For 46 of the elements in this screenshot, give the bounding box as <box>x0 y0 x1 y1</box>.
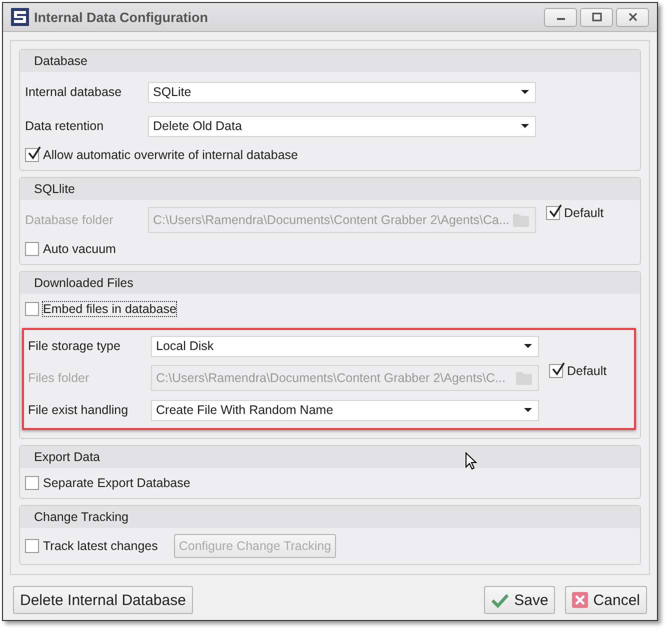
folder-icon <box>513 214 529 226</box>
close-button[interactable] <box>616 8 649 26</box>
checkbox-label: Auto vacuum <box>43 242 116 256</box>
folder-icon <box>516 372 532 384</box>
checkbox[interactable] <box>25 302 39 316</box>
cancel-button[interactable]: Cancel <box>565 586 647 614</box>
checkmark-icon <box>491 592 510 608</box>
caret-icon <box>521 124 529 128</box>
group-title: Change Tracking <box>34 510 129 524</box>
checkbox-label: Embed files in database <box>43 302 176 316</box>
window-title: Internal Data Configuration <box>34 10 210 24</box>
group-title: Database <box>34 54 88 68</box>
checkbox-label: Allow automatic overwrite of internal database <box>43 148 298 162</box>
save-button[interactable]: Save <box>484 586 556 614</box>
field-label: File exist handling <box>28 403 130 417</box>
field-label: Data retention <box>25 119 105 133</box>
checkbox[interactable] <box>25 539 39 553</box>
caret-icon <box>524 408 532 412</box>
group-title: Export Data <box>34 450 100 464</box>
checkbox-label: Track latest changes <box>43 539 158 553</box>
group-title: SQLlite <box>34 182 75 196</box>
checkbox-label: Default <box>564 206 604 220</box>
field-label: File storage type <box>28 339 122 353</box>
field-label: Files folder <box>28 371 90 385</box>
dropdown[interactable]: SQLite <box>148 82 536 102</box>
checkbox[interactable] <box>25 242 39 256</box>
checkbox-label: Default <box>567 364 607 378</box>
dropdown[interactable]: Create File With Random Name <box>151 400 539 420</box>
delete-database-button[interactable]: Delete Internal Database <box>13 586 193 614</box>
group-title: Downloaded Files <box>34 276 134 290</box>
close-icon <box>628 12 638 22</box>
mouse-pointer-icon <box>465 452 477 470</box>
field-label: Internal database <box>25 85 123 99</box>
dropdown[interactable]: Delete Old Data <box>148 116 536 136</box>
checkbox[interactable] <box>25 476 39 490</box>
checkbox[interactable] <box>25 148 39 162</box>
checkbox-label: Separate Export Database <box>43 476 190 490</box>
app-logo-icon <box>11 8 29 26</box>
field-label: Database folder <box>25 213 114 227</box>
maximize-icon <box>592 12 602 22</box>
minimize-button[interactable] <box>544 8 577 26</box>
caret-icon <box>521 90 529 94</box>
maximize-button[interactable] <box>580 8 613 26</box>
caret-icon <box>524 344 532 348</box>
dropdown[interactable]: Local Disk <box>151 336 539 356</box>
close-icon <box>572 592 588 608</box>
